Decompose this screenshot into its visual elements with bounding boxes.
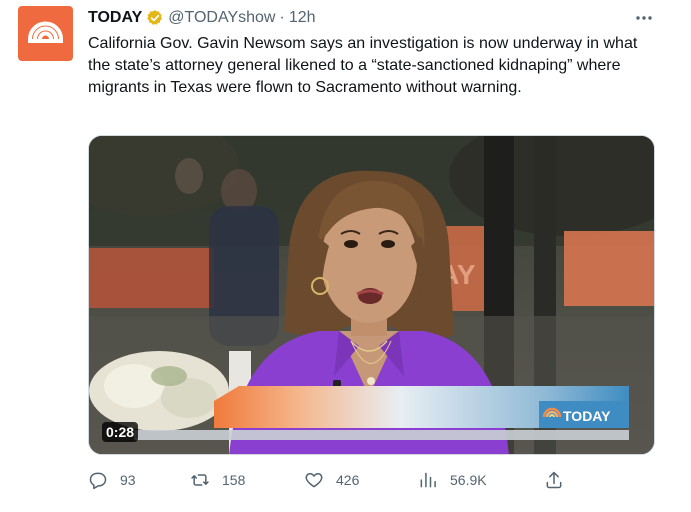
retweet-button[interactable]: 158 [190, 468, 245, 492]
video-duration: 0:28 [102, 422, 139, 442]
action-bar: 93 158 426 56.9K [88, 468, 588, 492]
share-button[interactable] [544, 468, 564, 492]
banner-today-logo-icon [542, 407, 562, 418]
author-name[interactable]: TODAY [88, 9, 142, 27]
video-player[interactable]: DAY [88, 135, 655, 455]
reply-icon [89, 472, 107, 490]
like-count: 426 [336, 472, 360, 488]
video-progress-track[interactable] [134, 430, 629, 440]
view-count: 56.9K [450, 472, 487, 488]
banner-logo-text: TODAY [563, 408, 611, 424]
reply-button[interactable]: 93 [88, 468, 136, 492]
tweet-text: California Gov. Gavin Newsom says an inv… [88, 35, 638, 96]
author-handle[interactable]: @TODAYshow [168, 9, 275, 27]
reply-count: 93 [120, 472, 136, 488]
today-logo-icon [18, 6, 73, 61]
more-button[interactable] [634, 8, 654, 28]
retweet-icon [191, 474, 209, 486]
views-button[interactable]: 56.9K [418, 468, 487, 492]
more-icon [636, 16, 652, 20]
video-frame: DAY [89, 136, 654, 454]
like-button[interactable]: 426 [304, 468, 359, 492]
avatar[interactable] [18, 6, 73, 61]
verified-badge-icon [146, 9, 164, 27]
retweet-count: 158 [222, 472, 246, 488]
share-icon [546, 471, 562, 489]
tweet-timestamp[interactable]: 12h [289, 9, 316, 27]
views-icon [420, 472, 436, 488]
like-icon [305, 473, 323, 488]
tweet-header: TODAY @TODAYshow · 12h [88, 8, 316, 28]
header-separator: · [279, 9, 285, 26]
tweet-card: TODAY @TODAYshow · 12h California Gov. G… [0, 0, 691, 512]
